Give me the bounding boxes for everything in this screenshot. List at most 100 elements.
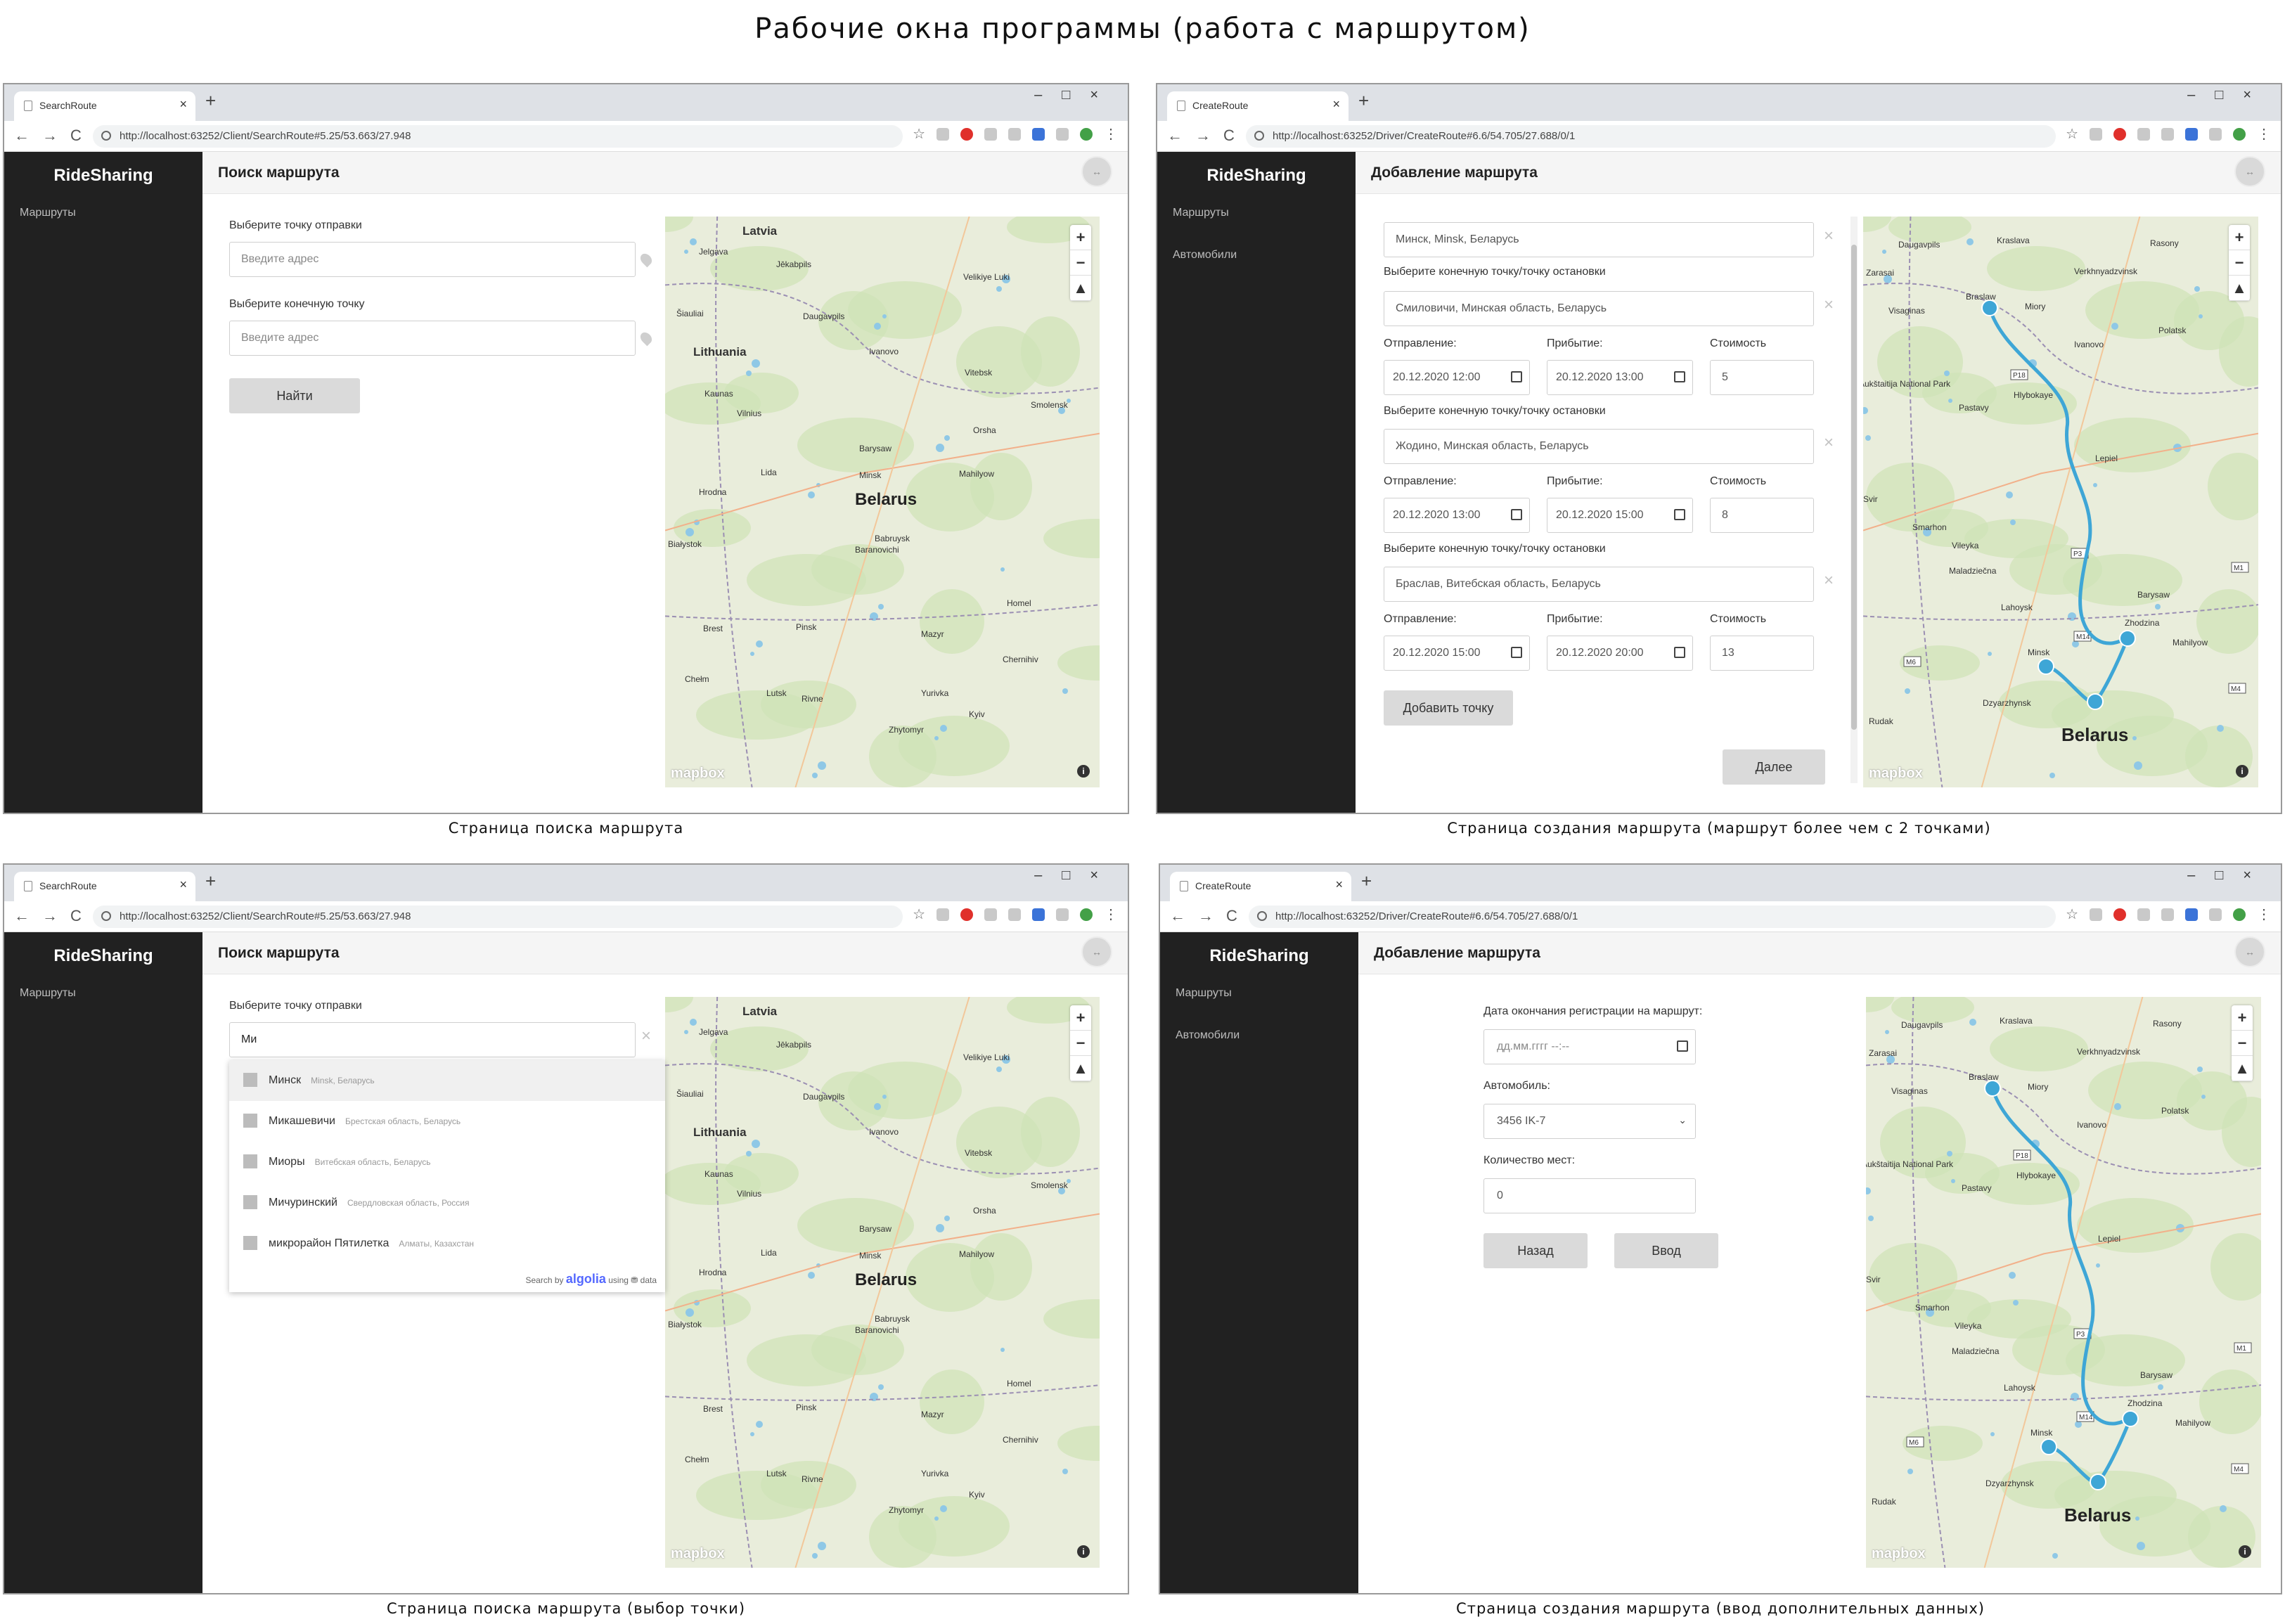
clear-icon[interactable]: ×: [1824, 571, 1834, 591]
window-controls[interactable]: –□×: [1034, 868, 1118, 884]
route-marker[interactable]: [2087, 693, 2104, 710]
sidebar-item-routes[interactable]: Маршруты: [1173, 207, 1229, 219]
route-marker[interactable]: [2090, 1474, 2106, 1490]
map-zoom-controls[interactable]: + − ▲: [1070, 1005, 1091, 1081]
nav-buttons[interactable]: ←→C: [1170, 907, 1250, 925]
submit-button[interactable]: Ввод: [1614, 1233, 1718, 1268]
mapbox-logo[interactable]: mapbox: [671, 766, 725, 782]
extension-icon[interactable]: [984, 128, 997, 141]
close-tab-icon[interactable]: ×: [179, 877, 187, 892]
translate-icon[interactable]: [1032, 128, 1045, 141]
sidebar-item-routes[interactable]: Маршруты: [1176, 987, 1232, 1000]
scrollbar[interactable]: [1850, 217, 1858, 783]
opera-icon[interactable]: [960, 908, 973, 921]
route-marker[interactable]: [2122, 1410, 2139, 1427]
zoom-out-icon[interactable]: −: [1070, 1031, 1091, 1056]
profile-icon[interactable]: [1080, 908, 1093, 921]
calendar-icon[interactable]: [1674, 647, 1685, 658]
zoom-in-icon[interactable]: +: [2229, 225, 2250, 250]
calendar-icon[interactable]: [1677, 1040, 1688, 1052]
scrollbar-thumb[interactable]: [1851, 245, 1857, 730]
map-info-icon[interactable]: i: [1077, 765, 1090, 778]
sidebar-item-cars[interactable]: Автомобили: [1176, 1029, 1240, 1042]
puzzle-icon[interactable]: [1056, 908, 1069, 921]
back-button[interactable]: Назад: [1483, 1233, 1588, 1268]
avatar[interactable]: ↔: [1081, 936, 1112, 967]
menu-icon[interactable]: ⋮: [2257, 127, 2271, 141]
avatar[interactable]: ↔: [2234, 156, 2265, 187]
browser-tab[interactable]: CreateRoute ×: [1170, 872, 1351, 901]
extension-icon[interactable]: [1008, 128, 1021, 141]
brand-logo[interactable]: RideSharing: [1157, 166, 1356, 186]
zoom-out-icon[interactable]: −: [2229, 250, 2250, 276]
mapbox-logo[interactable]: mapbox: [1872, 1546, 1926, 1562]
route-marker[interactable]: [2119, 630, 2136, 647]
route-marker[interactable]: [2040, 1438, 2057, 1455]
zoom-out-icon[interactable]: −: [2232, 1031, 2253, 1056]
avatar[interactable]: ↔: [2234, 936, 2265, 967]
calendar-icon[interactable]: [1511, 509, 1522, 520]
map[interactable]: Latvia Jelgava Jēkabpils Šiauliai Daugavpils…: [665, 217, 1100, 787]
cost-input[interactable]: 8: [1710, 498, 1814, 533]
translate-icon[interactable]: [2185, 908, 2198, 921]
menu-icon[interactable]: ⋮: [2257, 908, 2271, 922]
car-select[interactable]: 3456 IK-7 ⌄: [1483, 1104, 1696, 1139]
nav-buttons[interactable]: ←→C: [1167, 127, 1247, 145]
route-marker[interactable]: [1981, 299, 1998, 316]
url-field[interactable]: http://localhost:63252/Driver/CreateRout…: [1249, 906, 2056, 928]
map[interactable]: Latvia Jelgava Jēkabpils Šiauliai Daugavpils…: [665, 997, 1100, 1568]
compass-icon[interactable]: ▲: [1070, 1056, 1091, 1081]
star-icon[interactable]: ☆: [2066, 127, 2078, 141]
extension-icon[interactable]: [936, 908, 949, 921]
mapbox-logo[interactable]: mapbox: [1869, 766, 1923, 782]
departure-input[interactable]: 20.12.2020 12:00: [1384, 360, 1530, 395]
arrival-input[interactable]: 20.12.2020 20:00: [1547, 636, 1693, 671]
extension-icon[interactable]: [1008, 908, 1021, 921]
extension-icon[interactable]: [2137, 128, 2150, 141]
suggestion-item[interactable]: микрорайон Пятилетка Алматы, Казахстан: [229, 1223, 665, 1264]
puzzle-icon[interactable]: [2209, 128, 2222, 141]
sidebar-item-cars[interactable]: Автомобили: [1173, 249, 1237, 262]
translate-icon[interactable]: [1032, 908, 1045, 921]
sidebar-item-routes[interactable]: Маршруты: [20, 207, 76, 219]
calendar-icon[interactable]: [1674, 509, 1685, 520]
new-tab-button[interactable]: +: [1361, 870, 1372, 892]
map-zoom-controls[interactable]: + − ▲: [2232, 1005, 2253, 1081]
url-field[interactable]: http://localhost:63252/Client/SearchRout…: [93, 906, 903, 928]
departure-input[interactable]: 20.12.2020 15:00: [1384, 636, 1530, 671]
menu-icon[interactable]: ⋮: [1104, 908, 1118, 922]
zoom-in-icon[interactable]: +: [1070, 1005, 1091, 1031]
cost-input[interactable]: 13: [1710, 636, 1814, 671]
star-icon[interactable]: ☆: [913, 127, 925, 141]
calendar-icon[interactable]: [1674, 371, 1685, 382]
extension-icon[interactable]: [2161, 128, 2174, 141]
start-point-input[interactable]: Минск, Minsk, Беларусь: [1384, 222, 1814, 257]
window-controls[interactable]: –□×: [2187, 868, 2271, 884]
add-point-button[interactable]: Добавить точку: [1384, 690, 1513, 726]
cost-input[interactable]: 5: [1710, 360, 1814, 395]
brand-logo[interactable]: RideSharing: [4, 946, 202, 966]
next-button[interactable]: Далее: [1723, 749, 1825, 785]
stop-input[interactable]: Смиловичи, Минская область, Беларусь: [1384, 291, 1814, 326]
map-info-icon[interactable]: i: [1077, 1545, 1090, 1558]
clear-icon[interactable]: ×: [1824, 295, 1834, 315]
suggestion-item[interactable]: Минск Minsk, Беларусь: [229, 1060, 665, 1101]
profile-icon[interactable]: [2233, 128, 2246, 141]
url-field[interactable]: http://localhost:63252/Driver/CreateRout…: [1246, 125, 2056, 148]
map-info-icon[interactable]: i: [2239, 1545, 2251, 1558]
url-field[interactable]: http://localhost:63252/Client/SearchRout…: [93, 125, 903, 148]
map-info-icon[interactable]: i: [2236, 765, 2248, 778]
from-input[interactable]: Введите адрес: [229, 242, 636, 277]
star-icon[interactable]: ☆: [913, 908, 925, 922]
suggestion-item[interactable]: Мичуринский Свердловская область, Россия: [229, 1182, 665, 1223]
extension-icon[interactable]: [2090, 908, 2102, 921]
route-marker[interactable]: [2038, 658, 2054, 675]
extension-icon[interactable]: [2161, 908, 2174, 921]
zoom-in-icon[interactable]: +: [1070, 225, 1091, 250]
sidebar-item-routes[interactable]: Маршруты: [20, 987, 76, 1000]
stop-input[interactable]: Браслав, Витебская область, Беларусь: [1384, 567, 1814, 602]
to-input[interactable]: Введите адрес: [229, 321, 636, 356]
mapbox-logo[interactable]: mapbox: [671, 1546, 725, 1562]
opera-icon[interactable]: [960, 128, 973, 141]
compass-icon[interactable]: ▲: [2229, 276, 2250, 301]
